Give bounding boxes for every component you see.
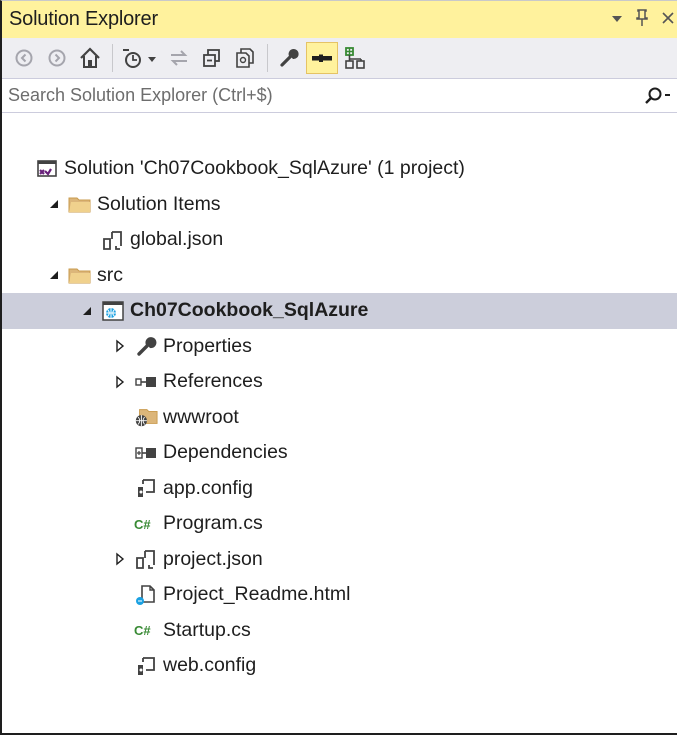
expanded-arrow-icon[interactable] xyxy=(46,196,62,212)
tree-item[interactable]: app.config xyxy=(2,471,677,507)
tree-item[interactable]: project.json xyxy=(2,542,677,578)
web-folder-icon xyxy=(134,405,158,429)
sync-active-document-icon[interactable] xyxy=(163,42,195,74)
tree-item[interactable]: Solution Items xyxy=(2,187,677,223)
search-input[interactable] xyxy=(8,85,608,106)
search-bar xyxy=(2,78,677,113)
tree-item[interactable]: C# Startup.cs xyxy=(2,613,677,649)
collapsed-arrow-icon[interactable] xyxy=(112,551,128,567)
tree-item[interactable]: Ch07Cookbook_SqlAzure xyxy=(2,293,677,329)
tree-item-label: Properties xyxy=(163,334,252,357)
window-menu-dropdown-icon[interactable] xyxy=(611,12,623,28)
title-bar: Solution Explorer xyxy=(2,1,677,38)
collapsed-arrow-icon[interactable] xyxy=(112,338,128,354)
tree-item[interactable]: global.json xyxy=(2,222,677,258)
folder-icon xyxy=(68,192,92,216)
tree-item[interactable]: wwwroot xyxy=(2,400,677,436)
toolbar-separator xyxy=(112,44,113,72)
expanded-arrow-icon[interactable] xyxy=(79,303,95,319)
tree-item-label: wwwroot xyxy=(163,405,239,428)
tree-item-label: Project_Readme.html xyxy=(163,583,351,606)
collapsed-arrow-icon[interactable] xyxy=(112,374,128,390)
window-title: Solution Explorer xyxy=(9,8,158,30)
tree-item-label: app.config xyxy=(163,476,253,499)
config-file-icon xyxy=(134,654,158,678)
solution-icon xyxy=(35,157,59,181)
json-file-icon xyxy=(101,228,125,252)
tree-item-label: References xyxy=(163,370,263,393)
tree-item-label: Solution 'Ch07Cookbook_SqlAzure' (1 proj… xyxy=(64,157,465,180)
show-all-files-icon[interactable] xyxy=(229,42,261,74)
tree-item[interactable]: References xyxy=(2,364,677,400)
back-icon[interactable] xyxy=(8,42,40,74)
csharp-file-icon: C# xyxy=(134,512,158,536)
folder-icon xyxy=(68,263,92,287)
solution-explorer-window: Solution Explorer Search Solution Explor… xyxy=(0,0,677,735)
json-file-icon xyxy=(134,547,158,571)
tree-item-label: project.json xyxy=(163,547,263,570)
tree-item[interactable]: C# Program.cs xyxy=(2,506,677,542)
svg-text:C#: C# xyxy=(134,623,151,638)
pin-icon[interactable] xyxy=(635,8,649,31)
close-icon[interactable] xyxy=(661,11,675,29)
home-icon[interactable] xyxy=(74,42,106,74)
forward-icon[interactable] xyxy=(41,42,73,74)
dependencies-icon xyxy=(134,441,158,465)
properties-wrench-icon[interactable] xyxy=(273,42,305,74)
pending-changes-filter-icon[interactable] xyxy=(118,42,162,74)
tree-item[interactable]: src xyxy=(2,258,677,294)
tree-item-label: Dependencies xyxy=(163,441,288,464)
svg-text:C#: C# xyxy=(134,517,151,532)
tree-item[interactable]: Dependencies xyxy=(2,435,677,471)
collapse-all-icon[interactable] xyxy=(196,42,228,74)
html-file-icon xyxy=(134,583,158,607)
search-icon[interactable] xyxy=(643,86,671,111)
references-icon xyxy=(134,370,158,394)
class-view-icon[interactable] xyxy=(339,42,371,74)
toolbar-separator xyxy=(267,44,268,72)
title-controls xyxy=(611,1,677,38)
tree-item[interactable]: web.config xyxy=(2,648,677,684)
csharp-file-icon: C# xyxy=(134,618,158,642)
tree-item-label: web.config xyxy=(163,654,257,677)
tree-item-label: global.json xyxy=(130,228,224,251)
wrench-icon xyxy=(134,334,158,358)
tree-item-label: Program.cs xyxy=(163,512,263,535)
solution-tree: Solution 'Ch07Cookbook_SqlAzure' (1 proj… xyxy=(2,151,677,684)
tree-item-label: src xyxy=(97,263,123,286)
tree-item-label: Ch07Cookbook_SqlAzure xyxy=(130,299,369,322)
web-project-icon xyxy=(101,299,125,323)
tree-item[interactable]: Solution 'Ch07Cookbook_SqlAzure' (1 proj… xyxy=(2,151,677,187)
preview-selected-items-icon[interactable] xyxy=(306,42,338,74)
expanded-arrow-icon[interactable] xyxy=(46,267,62,283)
config-file-icon xyxy=(134,476,158,500)
tree-item-label: Solution Items xyxy=(97,192,221,215)
tree-item[interactable]: Project_Readme.html xyxy=(2,577,677,613)
toolbar xyxy=(2,38,677,78)
tree-item[interactable]: Properties xyxy=(2,329,677,365)
tree-item-label: Startup.cs xyxy=(163,618,251,641)
